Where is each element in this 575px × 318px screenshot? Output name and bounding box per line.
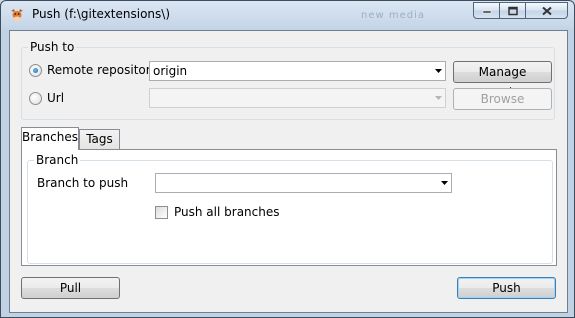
title-bar[interactable]: Push (f:\gitextensions\) new media <box>1 1 574 29</box>
manage-remotes-button[interactable]: Manage remotes <box>453 61 552 99</box>
chevron-down-icon <box>435 96 442 100</box>
chevron-down-icon <box>435 69 442 73</box>
remote-repository-combobox[interactable]: origin <box>149 61 446 81</box>
push-button[interactable]: Push <box>457 277 556 299</box>
branch-to-push-combobox[interactable] <box>155 173 452 193</box>
radio-selected-dot <box>33 68 38 73</box>
push-all-branches-checkbox[interactable] <box>155 206 168 219</box>
minimize-button[interactable] <box>473 2 499 19</box>
maximize-icon <box>507 6 518 15</box>
remote-repository-value: origin <box>153 64 188 78</box>
push-dialog-window: Push (f:\gitextensions\) new media Push … <box>0 0 575 318</box>
git-extensions-cow-icon <box>11 9 23 22</box>
minimize-icon <box>482 10 491 13</box>
pull-button[interactable]: Pull <box>21 277 120 299</box>
close-icon <box>541 6 552 15</box>
background-window-title: new media <box>361 10 425 21</box>
branch-to-push-label: Branch to push <box>37 176 129 190</box>
branches-tab-panel: Branch Branch to push Push all branches <box>21 149 557 266</box>
browse-button[interactable]: Browse <box>453 88 552 110</box>
url-combobox[interactable] <box>149 88 446 108</box>
chevron-down-icon <box>441 181 448 185</box>
window-title: Push (f:\gitextensions\) <box>32 7 170 21</box>
push-all-branches-label[interactable]: Push all branches <box>174 205 280 219</box>
push-to-legend: Push to <box>28 40 77 54</box>
tab-tags[interactable]: Tags <box>79 129 120 150</box>
close-button[interactable] <box>525 2 568 19</box>
dialog-client-area: Push to Remote repository origin Manage … <box>9 30 568 313</box>
tab-branches[interactable]: Branches <box>21 127 79 150</box>
remote-repository-label[interactable]: Remote repository <box>47 63 158 77</box>
branch-legend: Branch <box>34 153 81 167</box>
url-label[interactable]: Url <box>47 91 64 105</box>
url-radio[interactable] <box>29 92 42 105</box>
maximize-button[interactable] <box>499 2 525 19</box>
window-controls <box>473 2 568 19</box>
remote-repository-radio[interactable] <box>29 64 42 77</box>
